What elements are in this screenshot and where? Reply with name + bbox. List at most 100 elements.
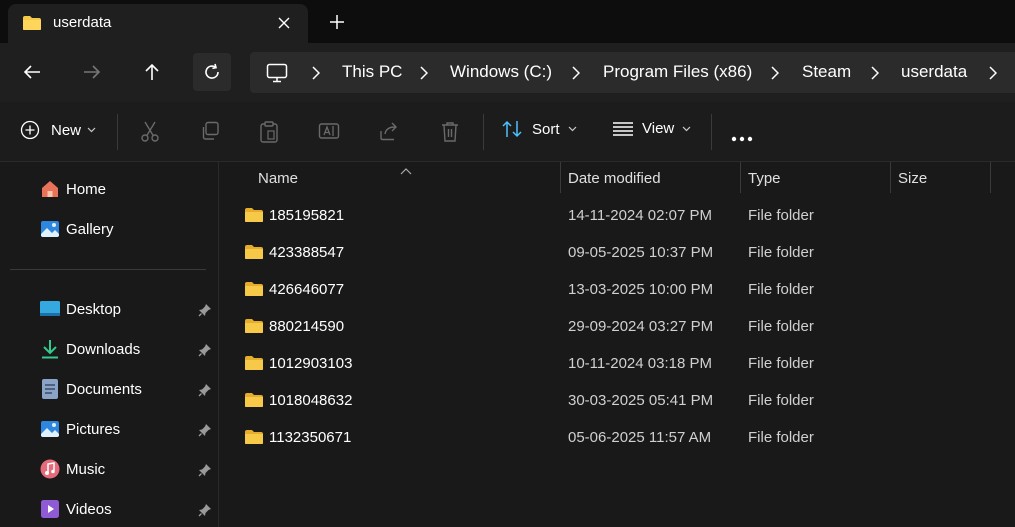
sidebar-item-documents[interactable]: Documents xyxy=(40,376,142,402)
sidebar-item-label: Documents xyxy=(66,380,142,398)
pin-icon[interactable] xyxy=(198,423,212,437)
column-header-type[interactable]: Type xyxy=(748,170,781,187)
file-date-modified: 14-11-2024 02:07 PM xyxy=(568,207,712,224)
file-date-modified: 05-06-2025 11:57 AM xyxy=(568,429,712,446)
breadcrumb-windows-c[interactable]: Windows (C:) xyxy=(450,62,552,82)
rename-icon[interactable] xyxy=(318,121,340,146)
folder-icon xyxy=(244,429,264,450)
music-icon xyxy=(40,459,60,479)
file-date-modified: 29-09-2024 03:27 PM xyxy=(568,318,714,335)
file-type: File folder xyxy=(748,281,814,298)
file-name: 185195821 xyxy=(269,207,345,224)
arrow-right-icon xyxy=(84,65,101,79)
paste-icon[interactable] xyxy=(259,121,279,148)
breadcrumb-this-pc[interactable]: This PC xyxy=(342,62,402,82)
sidebar-item-music[interactable]: Music xyxy=(40,456,105,482)
table-row[interactable]: 1132350671 05-06-2025 11:57 AM File folder xyxy=(220,420,1015,457)
share-icon[interactable] xyxy=(379,121,401,146)
column-header-name[interactable]: Name xyxy=(258,170,298,187)
delete-icon[interactable] xyxy=(440,121,460,148)
file-date-modified: 09-05-2025 10:37 PM xyxy=(568,244,714,261)
breadcrumb-userdata[interactable]: userdata xyxy=(901,62,967,82)
view-button[interactable]: View xyxy=(612,120,691,137)
file-type: File folder xyxy=(748,318,814,335)
title-bar: userdata xyxy=(0,0,1015,43)
chevron-right-icon[interactable] xyxy=(989,66,998,85)
back-button[interactable] xyxy=(13,53,51,91)
new-button[interactable]: New xyxy=(20,120,96,140)
refresh-button[interactable] xyxy=(193,53,231,91)
table-row[interactable]: 1018048632 30-03-2025 05:41 PM File folder xyxy=(220,383,1015,420)
tab-userdata[interactable]: userdata xyxy=(8,4,308,43)
videos-icon xyxy=(40,499,60,519)
sidebar-item-label: Videos xyxy=(66,500,112,518)
more-options-icon[interactable] xyxy=(731,129,753,147)
file-type: File folder xyxy=(748,429,814,446)
column-divider[interactable] xyxy=(990,162,991,193)
table-row[interactable]: 426646077 13-03-2025 10:00 PM File folder xyxy=(220,272,1015,309)
view-list-icon xyxy=(613,121,633,136)
copy-icon[interactable] xyxy=(200,121,220,146)
sidebar-item-downloads[interactable]: Downloads xyxy=(40,336,140,362)
file-name: 423388547 xyxy=(269,244,345,261)
sidebar-item-label: Gallery xyxy=(66,220,114,238)
column-header-size[interactable]: Size xyxy=(898,170,927,187)
sort-button[interactable]: Sort xyxy=(502,120,577,138)
breadcrumb-steam[interactable]: Steam xyxy=(802,62,851,82)
pictures-icon xyxy=(40,419,60,439)
pin-icon[interactable] xyxy=(198,503,212,517)
chevron-right-icon xyxy=(420,66,429,85)
documents-icon xyxy=(40,379,60,399)
forward-button[interactable] xyxy=(73,53,111,91)
column-divider[interactable] xyxy=(890,162,891,193)
pin-icon[interactable] xyxy=(198,463,212,477)
sidebar-item-home[interactable]: Home xyxy=(40,176,106,202)
table-row[interactable]: 1012903103 10-11-2024 03:18 PM File folder xyxy=(220,346,1015,383)
home-icon xyxy=(40,179,60,199)
command-bar: New Sort View xyxy=(0,102,1015,162)
pin-icon[interactable] xyxy=(198,343,212,357)
sort-ascending-icon xyxy=(400,162,412,180)
arrow-left-icon xyxy=(23,65,40,79)
new-label: New xyxy=(51,121,82,139)
folder-icon xyxy=(244,281,264,302)
downloads-icon xyxy=(40,339,60,359)
pin-icon[interactable] xyxy=(198,303,212,317)
navigation-pane: Home Gallery Desktop Downloads Documents… xyxy=(0,162,219,527)
address-bar[interactable]: This PC Windows (C:) Program Files (x86)… xyxy=(250,52,1015,93)
file-name: 880214590 xyxy=(269,318,345,335)
sidebar-item-pictures[interactable]: Pictures xyxy=(40,416,120,442)
new-tab-button[interactable] xyxy=(326,11,348,33)
column-divider[interactable] xyxy=(740,162,741,193)
chevron-down-icon xyxy=(87,127,96,133)
file-name: 1018048632 xyxy=(269,392,353,409)
computer-icon xyxy=(266,63,288,88)
sidebar-item-label: Pictures xyxy=(66,420,121,438)
folder-icon xyxy=(244,318,264,339)
up-button[interactable] xyxy=(133,53,171,91)
folder-icon xyxy=(244,392,264,413)
file-type: File folder xyxy=(748,355,814,372)
folder-icon xyxy=(244,355,264,376)
sidebar-item-videos[interactable]: Videos xyxy=(40,496,112,522)
sidebar-item-label: Music xyxy=(66,460,106,478)
column-header-date[interactable]: Date modified xyxy=(568,170,661,187)
sidebar-item-desktop[interactable]: Desktop xyxy=(40,296,121,322)
cut-icon[interactable] xyxy=(140,121,160,148)
file-date-modified: 10-11-2024 03:18 PM xyxy=(568,355,712,372)
sidebar-item-gallery[interactable]: Gallery xyxy=(40,216,114,242)
chevron-right-icon xyxy=(771,66,780,85)
chevron-down-icon xyxy=(568,126,576,132)
column-divider[interactable] xyxy=(560,162,561,193)
breadcrumb-program-files[interactable]: Program Files (x86) xyxy=(603,62,752,82)
navigation-bar: This PC Windows (C:) Program Files (x86)… xyxy=(0,43,1015,102)
table-row[interactable]: 423388547 09-05-2025 10:37 PM File folder xyxy=(220,235,1015,272)
close-tab-icon[interactable] xyxy=(273,12,295,34)
table-row[interactable]: 880214590 29-09-2024 03:27 PM File folder xyxy=(220,309,1015,346)
gallery-icon xyxy=(40,219,60,239)
pin-icon[interactable] xyxy=(198,383,212,397)
sidebar-item-label: Home xyxy=(66,180,107,198)
arrow-up-icon xyxy=(145,63,159,80)
file-name: 1012903103 xyxy=(269,355,353,372)
table-row[interactable]: 185195821 14-11-2024 02:07 PM File folder xyxy=(220,198,1015,235)
